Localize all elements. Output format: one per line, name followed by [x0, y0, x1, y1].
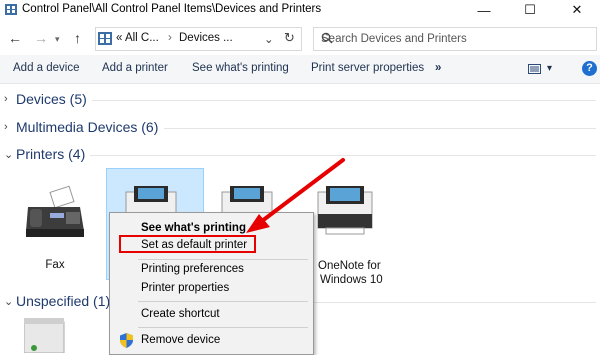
menu-item-see-whats-printing[interactable]: See what's printing [141, 222, 246, 234]
more-commands-button[interactable]: » [435, 62, 441, 74]
forward-button[interactable]: → [34, 30, 48, 46]
menu-separator [138, 259, 308, 260]
search-placeholder: Search Devices and Printers [321, 33, 467, 45]
print-server-properties-button[interactable]: Print server properties [311, 62, 424, 74]
maximize-icon: ☐ [524, 2, 536, 17]
group-label: Printers (4) [16, 146, 86, 162]
unspecified-device-icon[interactable] [24, 318, 70, 353]
close-icon: ✕ [571, 2, 583, 17]
breadcrumb-all-items[interactable]: « All C... [116, 32, 159, 44]
group-divider [164, 128, 596, 129]
help-button[interactable]: ? [582, 61, 597, 76]
printer-onenote[interactable]: OneNote for Windows 10 [306, 186, 386, 286]
command-bar: Add a device Add a printer See what's pr… [0, 55, 600, 84]
chevron-right-icon: › [4, 121, 8, 133]
menu-item-create-shortcut[interactable]: Create shortcut [141, 308, 220, 320]
add-device-button[interactable]: Add a device [13, 62, 80, 74]
chevron-down-icon: ⌄ [4, 296, 14, 308]
menu-item-printer-properties[interactable]: Printer properties [141, 282, 229, 294]
title-bar: Control Panel\All Control Panel Items\De… [0, 0, 600, 20]
close-button[interactable]: ✕ [554, 0, 600, 20]
control-panel-icon [98, 32, 112, 45]
device-label: Fax [45, 259, 65, 271]
printer-icon [317, 186, 373, 235]
menu-item-printing-preferences[interactable]: Printing preferences [141, 263, 244, 275]
search-box[interactable]: Search Devices and Printers [313, 27, 597, 51]
back-button[interactable]: ← [8, 30, 22, 46]
view-dropdown-icon[interactable]: ▾ [547, 63, 552, 74]
window-title: Control Panel\All Control Panel Items\De… [22, 3, 322, 15]
breadcrumb-separator: › [168, 32, 172, 44]
up-button[interactable]: ↑ [74, 30, 81, 46]
address-bar[interactable]: « All C... › Devices ... ⌄ ↻ [95, 27, 302, 51]
view-options-icon[interactable] [528, 64, 541, 74]
chevron-right-icon: › [4, 93, 8, 105]
device-label: OneNote for [318, 260, 381, 272]
menu-separator [138, 327, 308, 328]
menu-item-remove-device[interactable]: Remove device [141, 334, 220, 346]
add-printer-button[interactable]: Add a printer [102, 62, 168, 74]
context-menu: See what's printing Set as default print… [109, 212, 314, 355]
minimize-icon: — [477, 2, 491, 18]
control-panel-icon [5, 4, 17, 15]
fax-icon [26, 185, 84, 237]
recent-locations-icon[interactable]: ▾ [55, 34, 60, 45]
group-devices[interactable]: › Devices (5) [0, 90, 600, 110]
refresh-icon[interactable]: ↻ [284, 30, 295, 46]
group-label: Unspecified (1) [16, 293, 111, 309]
group-divider [92, 100, 596, 101]
maximize-button[interactable]: ☐ [507, 0, 553, 20]
breadcrumb-devices[interactable]: Devices ... [179, 32, 233, 44]
printer-fax[interactable]: Fax [10, 185, 100, 275]
menu-separator [138, 301, 308, 302]
shield-icon [120, 333, 133, 348]
minimize-button[interactable]: — [461, 0, 507, 20]
see-whats-printing-button[interactable]: See what's printing [192, 62, 289, 74]
group-multimedia[interactable]: › Multimedia Devices (6) [0, 118, 600, 138]
navigation-bar: ← → ▾ ↑ « All C... › Devices ... ⌄ ↻ Sea… [0, 26, 600, 52]
group-label: Devices (5) [16, 91, 87, 107]
group-printers[interactable]: ⌄ Printers (4) [0, 145, 600, 165]
device-label: Windows 10 [320, 274, 383, 286]
chevron-down-icon: ⌄ [4, 149, 14, 161]
address-dropdown-icon[interactable]: ⌄ [264, 32, 274, 46]
group-divider [90, 155, 596, 156]
annotation-highlight-box [119, 235, 256, 253]
group-label: Multimedia Devices (6) [16, 119, 159, 135]
